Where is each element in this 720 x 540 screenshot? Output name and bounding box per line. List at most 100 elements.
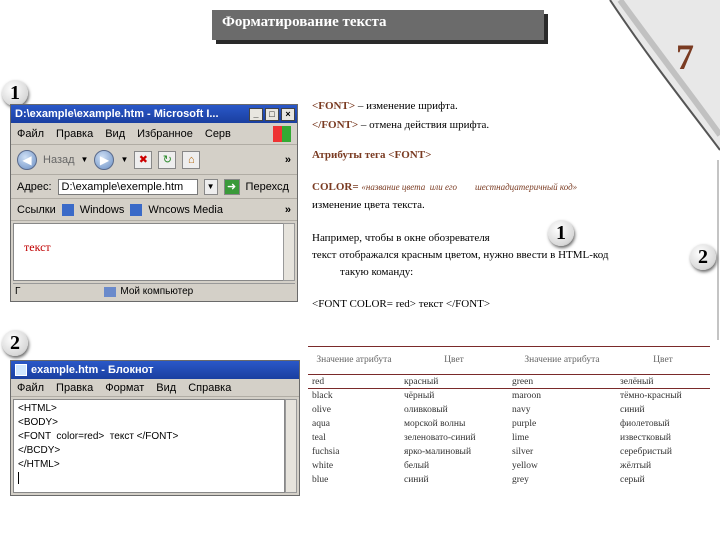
example-code: <FONT COLOR= red> текст </FONT>	[312, 298, 491, 310]
table-cell: морской волны	[404, 418, 466, 429]
notepad-menu-help[interactable]: Справка	[188, 382, 231, 394]
notepad-menu-file[interactable]: Файл	[17, 382, 44, 394]
menu-edit[interactable]: Правка	[56, 128, 93, 140]
example-line-1: Например, чтобы в окне обозревателя	[312, 232, 490, 244]
menu-view[interactable]: Вид	[105, 128, 125, 140]
table-cell: blue	[312, 474, 329, 485]
header-attr-1: Значение атрибута	[308, 346, 400, 375]
notepad-menu-edit[interactable]: Правка	[56, 382, 93, 394]
toolbar-chevron[interactable]: »	[285, 154, 291, 166]
code-line: <HTML>	[18, 403, 57, 414]
table-header-row: Значение атрибута Цвет Значение атрибута…	[308, 346, 710, 375]
code-line: </BCDY>	[18, 445, 61, 456]
table-cell: green	[508, 374, 616, 389]
table-row: olive оливковый navy синий	[308, 403, 710, 417]
table-cell: aqua	[312, 418, 330, 429]
marker-1-center: 1	[548, 220, 574, 246]
refresh-icon[interactable]: ↻	[158, 150, 177, 169]
status-left: Г	[15, 286, 21, 297]
minimize-button[interactable]: _	[249, 107, 263, 121]
table-cell: navy	[512, 404, 531, 415]
address-bar: Адрес: D:\example\exemple.htm ▼ ➜ Перехс…	[11, 175, 297, 199]
notepad-menu-format[interactable]: Формат	[105, 382, 144, 394]
back-dropdown-icon[interactable]: ▼	[81, 155, 89, 164]
notepad-window: example.htm - Блокнот Файл Правка Формат…	[10, 360, 300, 496]
red-text-sample: текст	[24, 240, 51, 254]
table-row: teal зеленовато-синий lime известковый	[308, 431, 710, 445]
table-cell: fuchsia	[312, 446, 340, 457]
close-button[interactable]: ×	[281, 107, 295, 121]
links-label: Ссылки	[17, 203, 56, 216]
forward-arrow-icon[interactable]: ▶	[94, 149, 115, 170]
text-cursor	[18, 472, 19, 484]
marker-1-left: 1	[2, 80, 28, 106]
table-cell: yellow	[512, 460, 538, 471]
table-cell: red	[308, 374, 400, 389]
links-chevron[interactable]: »	[285, 204, 291, 216]
table-cell: ярко-малиновый	[404, 446, 472, 457]
address-label: Адрес:	[17, 180, 52, 193]
media-link-icon	[130, 203, 143, 216]
table-row: black чёрный maroon тёмно-красный	[308, 389, 710, 403]
table-cell: фиолетовый	[620, 418, 670, 429]
link-windows-media[interactable]: Wncows Media	[148, 204, 223, 216]
table-cell: серебристый	[620, 446, 673, 457]
menu-tools[interactable]: Серв	[205, 128, 231, 140]
browser-content: текст	[13, 223, 285, 281]
font-tag-line: <FONT> – изменение шрифта.	[312, 100, 458, 112]
color-attr-desc: изменение цвета текста.	[312, 199, 425, 211]
link-windows[interactable]: Windows	[80, 204, 125, 216]
address-dropdown-icon[interactable]: ▼	[203, 178, 218, 195]
address-input[interactable]: D:\example\exemple.htm	[57, 178, 198, 195]
go-label[interactable]: Перехсд	[246, 181, 289, 193]
notepad-menu-view[interactable]: Вид	[156, 382, 176, 394]
table-cell: silver	[512, 446, 534, 457]
windows-link-icon	[61, 203, 74, 216]
table-cell: жёлтый	[620, 460, 652, 471]
maximize-button[interactable]: □	[265, 107, 279, 121]
table-cell: чёрный	[404, 390, 435, 401]
color-table: Значение атрибута Цвет Значение атрибута…	[308, 346, 710, 487]
table-cell: white	[312, 460, 334, 471]
table-cell: красный	[400, 374, 508, 389]
go-arrow-icon[interactable]: ➜	[223, 178, 240, 195]
browser-title: D:\example\example.htm - Microsoft I...	[15, 108, 219, 120]
font-close-tag: </FONT>	[312, 119, 359, 131]
slide-number: 7	[676, 37, 694, 77]
notepad-scrollbar[interactable]	[285, 399, 297, 493]
table-row: white белый yellow жёлтый	[308, 459, 710, 473]
notepad-menubar: Файл Правка Формат Вид Справка	[11, 379, 299, 397]
table-cell: известковый	[620, 432, 671, 443]
home-icon[interactable]: ⌂	[182, 150, 201, 169]
slide-title: Форматирование текста	[222, 14, 387, 30]
notepad-editor[interactable]: <HTML> <BODY> <FONT color=red> текст </F…	[13, 399, 285, 493]
table-row: aqua морской волны purple фиолетовый	[308, 417, 710, 431]
font-close-line: </FONT> – отмена действия шрифта.	[312, 119, 489, 131]
computer-icon	[104, 286, 117, 297]
code-line: <FONT color=red> текст </FONT>	[18, 431, 179, 442]
stop-icon[interactable]: ✖	[134, 150, 153, 169]
back-label[interactable]: Назад	[43, 154, 75, 166]
back-arrow-icon[interactable]: ◀	[17, 149, 37, 170]
forward-dropdown-icon[interactable]: ▼	[120, 155, 128, 164]
code-line: <BODY>	[18, 417, 59, 428]
notepad-title: example.htm - Блокнот	[31, 364, 154, 376]
color-attr-label: COLOR=	[312, 181, 359, 193]
status-zone: Мой компьютер	[120, 286, 194, 297]
table-cell: белый	[404, 460, 430, 471]
table-cell: тёмно-красный	[620, 390, 682, 401]
font-close-desc: – отмена действия шрифта.	[358, 119, 490, 131]
table-cell: maroon	[512, 390, 542, 401]
browser-titlebar: D:\example\example.htm - Microsoft I... …	[11, 105, 297, 123]
browser-scrollbar[interactable]	[283, 223, 295, 281]
color-attr-hint: «название цвета или его шестнадцатеричны…	[361, 182, 578, 192]
menu-file[interactable]: Файл	[17, 128, 44, 140]
font-open-tag: <FONT>	[312, 100, 356, 112]
table-row: blue синий grey серый	[308, 473, 710, 487]
color-attr-line: COLOR= «название цвета или его шестнадца…	[312, 181, 577, 193]
browser-menubar: Файл Правка Вид Избранное Серв	[11, 123, 297, 145]
font-open-desc: – изменение шрифта.	[355, 100, 458, 112]
table-cell: синий	[620, 404, 645, 415]
header-color-1: Цвет	[400, 346, 508, 375]
menu-favorites[interactable]: Избранное	[137, 128, 193, 140]
